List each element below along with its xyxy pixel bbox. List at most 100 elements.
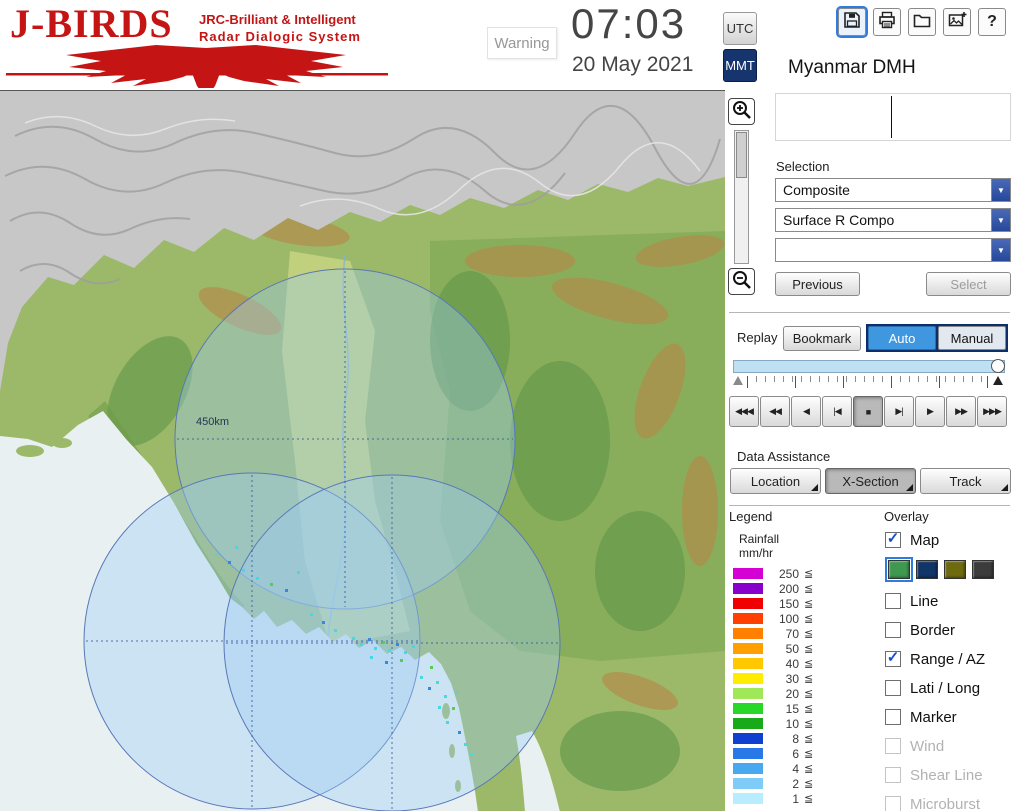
eagle-logo-icon (6, 44, 391, 98)
overlay-checkbox (885, 767, 901, 783)
overlay-item-microburst: Microburst (885, 795, 1030, 811)
map-style-dark-gray[interactable] (972, 560, 994, 579)
overlay-item-shear-line: Shear Line (885, 766, 1030, 784)
legend-value: 250 (778, 566, 799, 581)
timeline-end-marker[interactable] (993, 376, 1003, 385)
dropdown-value (776, 239, 991, 261)
map-style-terrain-green[interactable] (885, 557, 913, 582)
da-track[interactable]: Track (920, 468, 1011, 494)
warning-indicator[interactable]: Warning (487, 27, 557, 59)
legend-scale: 250 ≦ 200 ≦ 150 ≦ 100 ≦ 70 ≦ 50 ≦ 40 ≦ 3… (733, 566, 813, 806)
product-category-dropdown[interactable]: Composite ▼ (775, 178, 1011, 202)
printer-icon (877, 10, 897, 35)
playback-fast-rewind[interactable]: ◀◀ (760, 396, 790, 427)
da-button-label: Track (949, 473, 982, 489)
zoom-slider[interactable] (734, 130, 749, 264)
bookmark-button[interactable]: Bookmark (783, 326, 861, 351)
legend-row: 100 ≦ (733, 611, 813, 626)
header-bar: J-BIRDS JRC-Brilliant & Intelligent Rada… (0, 0, 1030, 98)
legend-value: 1 (792, 791, 799, 806)
legend-unit-line2: mm/hr (739, 546, 773, 560)
da-location[interactable]: Location (730, 468, 821, 494)
zoom-out-button[interactable] (728, 268, 755, 295)
snapshot-button[interactable] (943, 8, 971, 36)
legend-color-swatch (733, 703, 763, 714)
legend-color-swatch (733, 718, 763, 729)
print-button[interactable] (873, 8, 901, 36)
overlay-item-label: Line (910, 592, 939, 610)
legend-lte-symbol: ≦ (804, 733, 814, 745)
legend-lte-symbol: ≦ (804, 763, 814, 775)
manual-mode-button[interactable]: Manual (938, 326, 1006, 350)
previous-button[interactable]: Previous (775, 272, 860, 296)
legend-value: 30 (785, 671, 799, 686)
legend-lte-symbol: ≦ (804, 583, 814, 595)
station-info-field[interactable] (775, 93, 1011, 141)
legend-value: 200 (778, 581, 799, 596)
timeline-start-marker[interactable] (733, 376, 743, 385)
map-style-olive[interactable] (944, 560, 966, 579)
legend-lte-symbol: ≦ (804, 628, 814, 640)
overlay-checkbox[interactable] (885, 709, 901, 725)
chevron-down-icon[interactable]: ▼ (991, 239, 1010, 261)
overlay-item-label: Border (910, 621, 956, 639)
legend-value: 20 (785, 686, 799, 701)
range-ring-label: 450km (196, 416, 229, 428)
playback-play-reverse[interactable]: ◀ (791, 396, 821, 427)
da-x-section[interactable]: X-Section (825, 468, 916, 494)
playback-jump-start[interactable]: ◀◀◀ (729, 396, 759, 427)
playback-play[interactable]: ▶ (915, 396, 945, 427)
text-caret (891, 96, 892, 138)
overlay-checkbox[interactable] (885, 593, 901, 609)
legend-value: 100 (778, 611, 799, 626)
open-file-button[interactable] (908, 8, 936, 36)
app-logo-title: J-BIRDS (10, 1, 173, 46)
magnifier-plus-icon (731, 99, 752, 125)
overlay-checkbox[interactable]: ✓ (885, 650, 901, 667)
legend-row: 250 ≦ (733, 566, 813, 581)
overlay-item-label: Wind (910, 737, 945, 755)
map-style-dark-navy[interactable] (916, 560, 938, 579)
product-type-dropdown[interactable]: Surface R Compo ▼ (775, 208, 1011, 232)
timeline-handle[interactable] (991, 359, 1005, 373)
overlay-checkbox[interactable] (885, 622, 901, 638)
overlay-checkbox[interactable]: ✓ (885, 531, 901, 548)
zoom-slider-thumb[interactable] (736, 132, 747, 178)
replay-label: Replay (737, 330, 778, 345)
playback-stop[interactable]: ■ (853, 396, 883, 427)
clock-date: 20 May 2021 (572, 53, 694, 76)
data-assistance-label: Data Assistance (737, 449, 831, 464)
overlay-item-line: Line (885, 592, 1030, 610)
jbirds-app: J-BIRDS JRC-Brilliant & Intelligent Rada… (0, 0, 1030, 811)
separator (729, 312, 1010, 313)
save-button[interactable] (836, 6, 868, 38)
overlay-item-border: Border (885, 621, 1030, 639)
timezone-utc-button[interactable]: UTC (723, 12, 757, 45)
help-button[interactable]: ? (978, 8, 1006, 36)
timezone-mmt-button[interactable]: MMT (723, 49, 757, 82)
replay-mode-group: Auto Manual (866, 324, 1008, 352)
replay-timeline-slider[interactable] (733, 360, 1005, 373)
auto-mode-button[interactable]: Auto (868, 326, 936, 350)
overlay-item-map: ✓ Map (885, 531, 1030, 549)
playback-controls: ◀◀◀ ◀◀ ◀ |◀ ■ ▶| ▶ ▶▶ ▶▶▶ (729, 396, 1007, 427)
playback-jump-end[interactable]: ▶▶▶ (977, 396, 1007, 427)
radar-map[interactable]: 450km (0, 90, 725, 811)
legend-color-swatch (733, 613, 763, 624)
playback-step-forward[interactable]: ▶| (884, 396, 914, 427)
chevron-down-icon[interactable]: ▼ (991, 179, 1010, 201)
playback-step-back[interactable]: |◀ (822, 396, 852, 427)
select-button[interactable]: Select (926, 272, 1011, 296)
product-option-dropdown[interactable]: ▼ (775, 238, 1011, 262)
legend-color-swatch (733, 673, 763, 684)
playback-fast-forward[interactable]: ▶▶ (946, 396, 976, 427)
overlay-checkbox (885, 796, 901, 811)
chevron-down-icon[interactable]: ▼ (991, 209, 1010, 231)
legend-label: Legend (729, 509, 773, 524)
zoom-in-button[interactable] (728, 98, 755, 125)
overlay-item-label: Map (910, 531, 940, 549)
control-panel: Selection Composite ▼ Surface R Compo ▼ … (725, 90, 1030, 811)
legend-row: 150 ≦ (733, 596, 813, 611)
overlay-checkbox[interactable] (885, 680, 901, 696)
logo-tagline-2: Radar Dialogic System (199, 29, 361, 44)
